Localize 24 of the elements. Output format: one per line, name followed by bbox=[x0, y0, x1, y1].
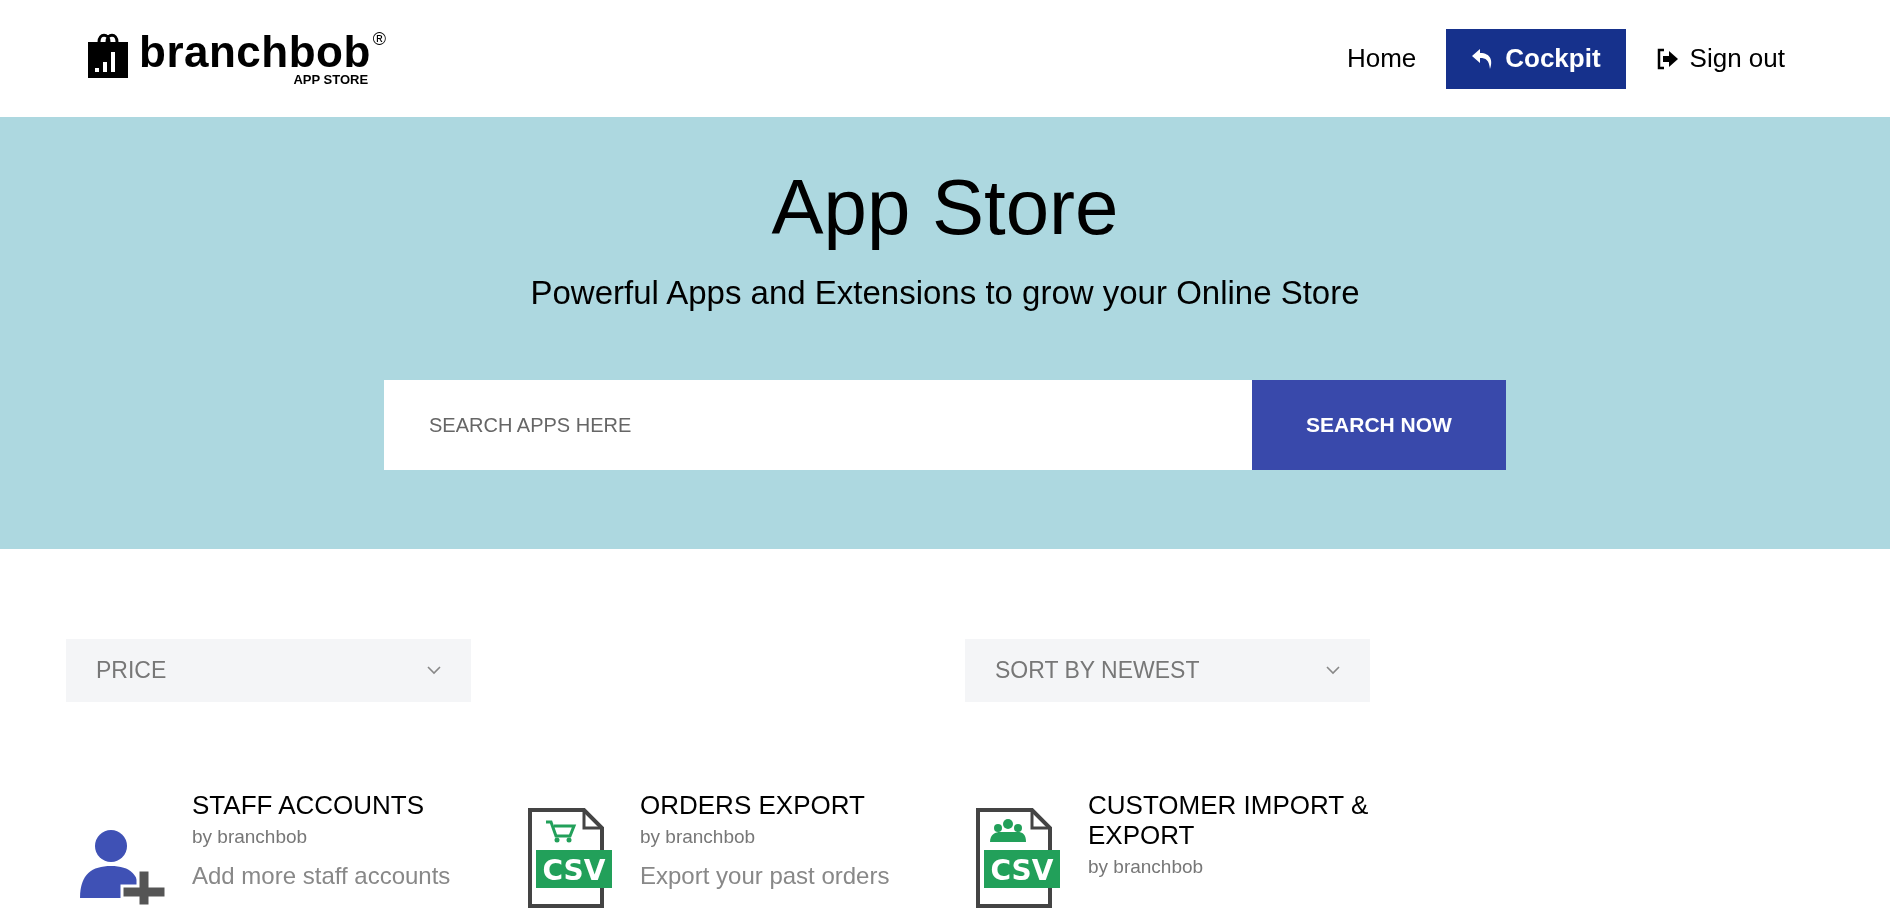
filter-dropdown[interactable]: PRICE bbox=[66, 639, 471, 702]
app-author: by branchbob bbox=[640, 826, 757, 848]
app-author: by branchbob bbox=[192, 826, 309, 848]
search-field[interactable]: SEARCH APPS HERE bbox=[384, 380, 1252, 470]
chevron-down-icon bbox=[427, 666, 441, 675]
brand-name: branchbob bbox=[139, 30, 371, 74]
search-button[interactable]: SEARCH NOW bbox=[1252, 380, 1506, 470]
page-title: App Store bbox=[771, 162, 1119, 252]
chevron-down-icon bbox=[1326, 666, 1340, 675]
app-title[interactable]: STAFF ACCOUNTS bbox=[192, 790, 492, 820]
page-subtitle: Powerful Apps and Extensions to grow your Online Store bbox=[530, 274, 1360, 312]
app-description: Export your past orders bbox=[640, 862, 891, 890]
app-title[interactable]: ORDERS EXPORT bbox=[640, 790, 940, 820]
app-author: by branchbob bbox=[1088, 856, 1205, 878]
shopping-bag-logo-icon bbox=[85, 32, 131, 80]
app-description: Add more staff accounts bbox=[192, 862, 452, 890]
logo-tagline: APP STORE bbox=[293, 72, 369, 87]
home-link[interactable]: Home bbox=[1346, 43, 1417, 74]
cockpit-button[interactable]: Cockpit bbox=[1446, 28, 1626, 89]
app-title[interactable]: CUSTOMER IMPORT & EXPORT bbox=[1088, 790, 1388, 850]
sign-out-icon bbox=[1655, 47, 1680, 70]
registered-mark: ® bbox=[372, 30, 387, 48]
sign-out-link[interactable]: Sign out bbox=[1655, 43, 1785, 74]
filter-dropdown[interactable]: SORT BY NEWEST bbox=[965, 639, 1370, 702]
